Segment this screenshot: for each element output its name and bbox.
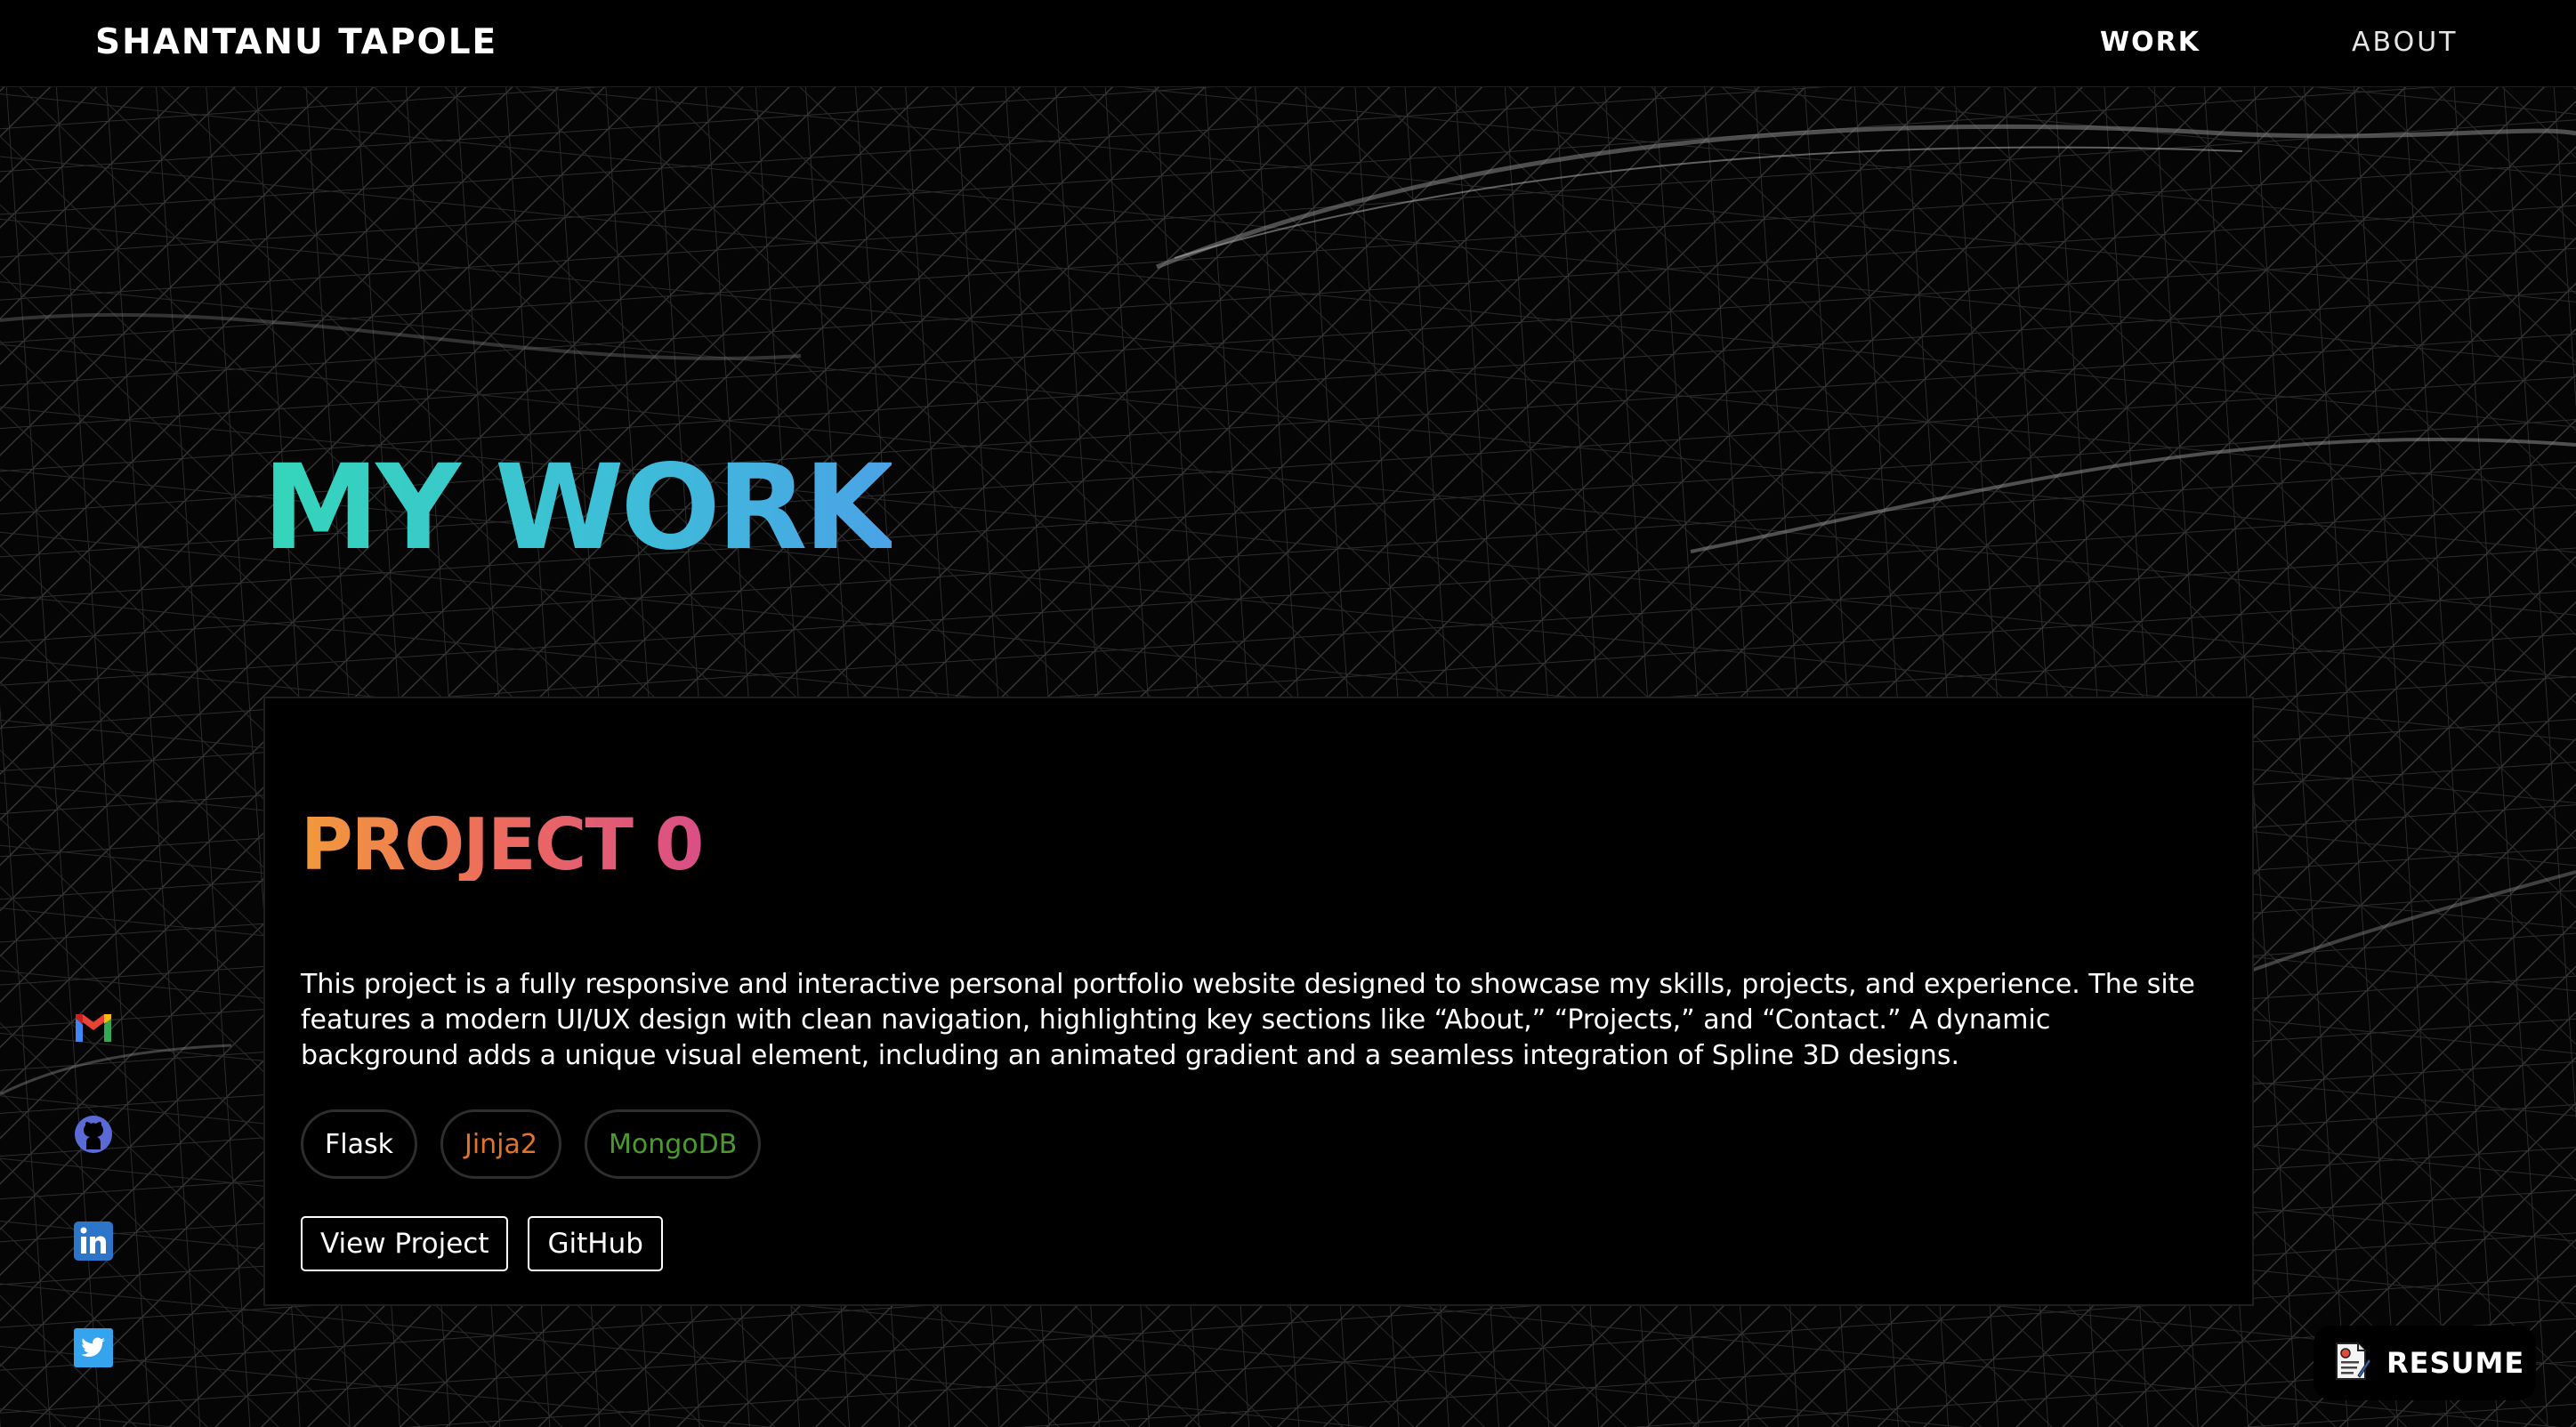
tag-label: Flask <box>325 1128 393 1160</box>
tag-label: Jinja2 <box>464 1128 537 1160</box>
gmail-icon[interactable] <box>71 1005 116 1050</box>
resume-button[interactable]: RESUME <box>2314 1326 2536 1400</box>
github-button[interactable]: GitHub <box>528 1216 663 1271</box>
linkedin-icon[interactable] <box>71 1219 116 1263</box>
project-description: This project is a fully responsive and i… <box>301 969 2195 1071</box>
github-icon[interactable] <box>71 1112 116 1157</box>
page-title: MY WORK <box>262 439 895 576</box>
site-brand-name[interactable]: SHANTANU TAPOLE <box>95 22 497 62</box>
view-project-button[interactable]: View Project <box>301 1216 509 1271</box>
tag-jinja2: Jinja2 <box>440 1109 561 1179</box>
project-card: PROJECT 0 This project is a fully respon… <box>263 697 2254 1306</box>
resume-document-icon <box>2331 1340 2371 1386</box>
tag-label: MongoDB <box>609 1128 738 1160</box>
tech-tags: Flask Jinja2 MongoDB <box>301 1109 762 1179</box>
twitter-icon[interactable] <box>71 1326 116 1370</box>
nav-link-work[interactable]: WORK <box>2100 27 2201 58</box>
nav-link-about[interactable]: ABOUT <box>2352 27 2458 58</box>
project-actions: View Project GitHub <box>301 1216 663 1271</box>
top-navigation-bar: SHANTANU TAPOLE WORK ABOUT <box>0 0 2576 87</box>
project-title: PROJECT 0 <box>301 803 704 886</box>
resume-label: RESUME <box>2386 1346 2525 1380</box>
tag-flask: Flask <box>301 1109 417 1179</box>
tag-mongodb: MongoDB <box>585 1109 762 1179</box>
